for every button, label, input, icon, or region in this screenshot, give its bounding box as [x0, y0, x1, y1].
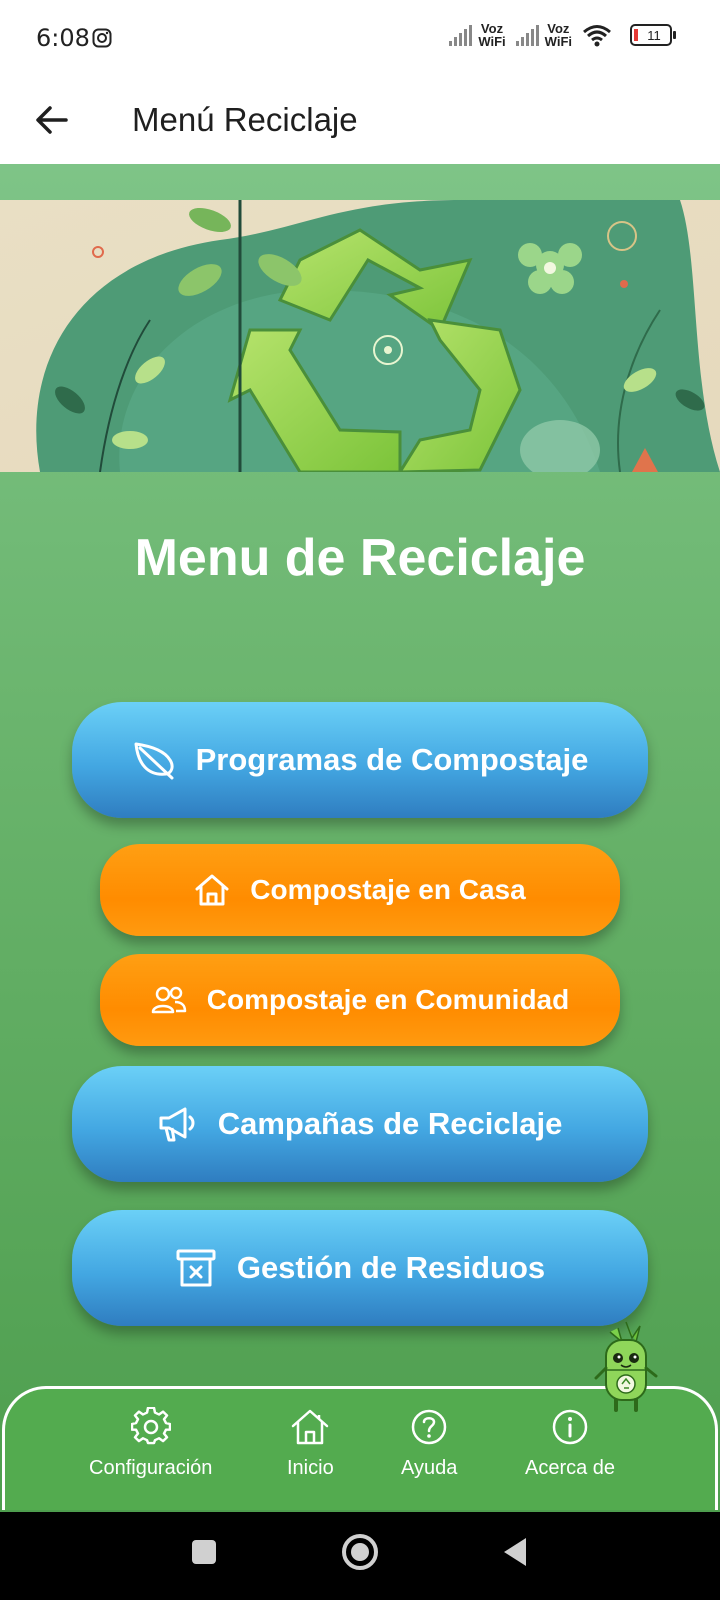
page-title: Menú Reciclaje — [132, 101, 358, 138]
bamboo-mascot-icon[interactable] — [588, 1318, 664, 1414]
nav-item-acerca-de[interactable]: Acerca de — [525, 1407, 615, 1480]
app-bar: Menú Reciclaje — [0, 78, 720, 164]
campanas-reciclaje-button[interactable]: Campañas de Reciclaje — [72, 1066, 648, 1182]
main-content: Menu de Reciclaje Programas de Compostaj… — [0, 164, 720, 1512]
menu-heading: Menu de Reciclaje — [134, 529, 586, 587]
instagram-icon — [92, 28, 112, 48]
back-button-icon[interactable] — [500, 1536, 530, 1568]
programas-compostaje-button[interactable]: Programas de Compostaje — [72, 702, 648, 818]
nav-item-inicio[interactable]: Inicio — [287, 1407, 334, 1480]
nav-label: Configuración — [89, 1457, 213, 1479]
back-arrow-icon[interactable] — [28, 96, 76, 144]
nav-label: Inicio — [287, 1457, 334, 1479]
signal-icon — [449, 24, 473, 46]
voz-wifi-label: Voz WiFi — [544, 21, 572, 49]
system-navigation-bar — [0, 1512, 720, 1600]
recents-button-icon[interactable] — [190, 1538, 218, 1566]
leaf-icon — [132, 740, 176, 780]
button-label: Programas de Compostaje — [195, 742, 589, 777]
status-bar: 6:08 Voz WiFi Voz WiFi 11 — [0, 0, 720, 78]
nav-item-configuracion[interactable]: Configuración — [89, 1407, 212, 1480]
button-label: Campañas de Reciclaje — [217, 1106, 563, 1141]
wifi-icon — [583, 25, 611, 47]
compostaje-comunidad-button[interactable]: Compostaje en Comunidad — [100, 954, 620, 1046]
nav-label: Ayuda — [401, 1457, 458, 1479]
trash-icon — [175, 1248, 217, 1288]
people-icon — [151, 985, 187, 1015]
home-icon — [194, 873, 230, 907]
megaphone-icon — [158, 1105, 198, 1143]
signal-icon — [515, 24, 539, 46]
gestion-residuos-button[interactable]: Gestión de Residuos — [72, 1210, 648, 1326]
home-icon — [292, 1409, 329, 1445]
help-icon — [411, 1409, 447, 1445]
info-icon — [552, 1409, 588, 1445]
nav-item-ayuda[interactable]: Ayuda — [401, 1407, 457, 1480]
battery-icon: 11 — [630, 24, 676, 46]
status-time: 6:08 — [36, 24, 90, 52]
voz-wifi-label: Voz WiFi — [478, 21, 506, 49]
button-label: Gestión de Residuos — [236, 1250, 546, 1285]
button-label: Compostaje en Comunidad — [206, 984, 570, 1015]
button-label: Compostaje en Casa — [250, 874, 526, 905]
nav-label: Acerca de — [525, 1457, 616, 1479]
compostaje-casa-button[interactable]: Compostaje en Casa — [100, 844, 620, 936]
home-button-icon[interactable] — [340, 1532, 380, 1572]
recycling-banner-image — [0, 200, 720, 472]
gear-icon — [130, 1407, 171, 1445]
